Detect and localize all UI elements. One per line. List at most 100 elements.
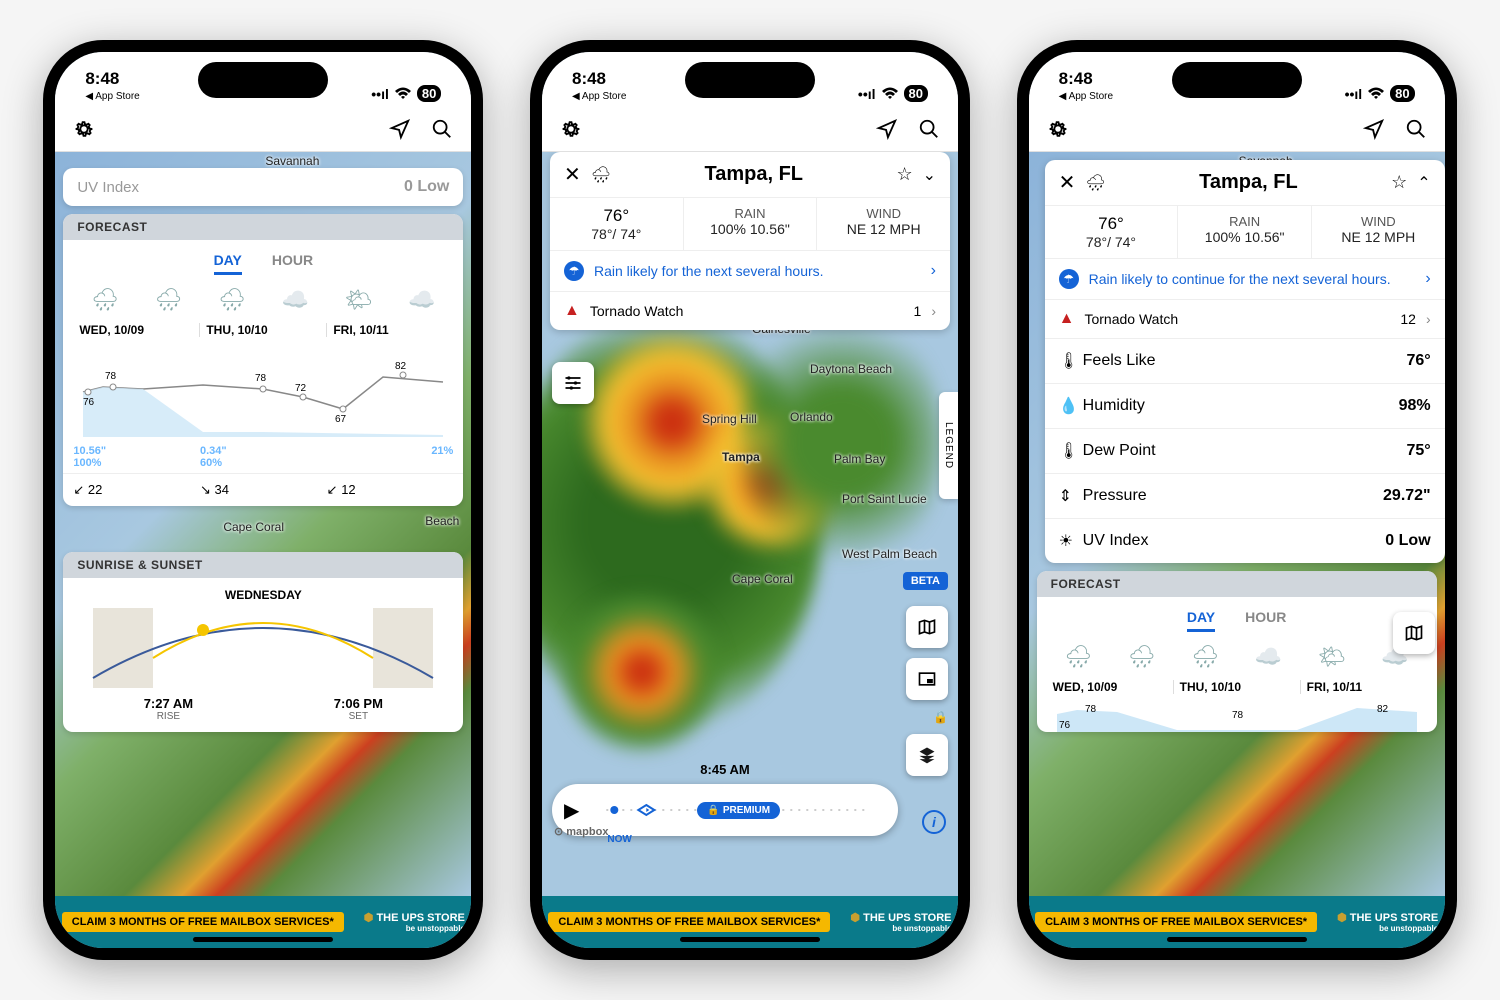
forecast-day: THU, 10/10 <box>200 323 327 337</box>
search-icon[interactable] <box>431 118 453 140</box>
settings-icon[interactable] <box>1047 118 1069 140</box>
layers-button[interactable] <box>906 734 948 776</box>
map-style-button[interactable] <box>1393 612 1435 654</box>
rain-alert-row[interactable]: ☂ Rain likely for the next several hours… <box>550 250 950 291</box>
favorite-icon[interactable]: ☆ <box>1391 172 1407 193</box>
ad-brand: THE UPS STORE <box>376 912 464 924</box>
rain-icon: 🌧 <box>1191 644 1219 670</box>
detail-uv: ☀UV Index0 Low <box>1045 518 1445 563</box>
location-name: Tampa, FL <box>1116 171 1381 194</box>
status-time: 8:48 <box>572 69 606 89</box>
rain-alert-text: Rain likely for the next several hours. <box>594 263 824 279</box>
thermometer-icon: 🌡 <box>1059 351 1083 371</box>
forecast-day: FRI, 10/11 <box>1301 680 1427 694</box>
locate-icon[interactable] <box>876 118 898 140</box>
svg-text:82: 82 <box>395 361 407 372</box>
umbrella-icon: ☂ <box>1059 269 1079 289</box>
map-city-label: Daytona Beach <box>810 362 892 376</box>
map-style-button[interactable] <box>906 606 948 648</box>
battery-indicator: 80 <box>417 85 441 102</box>
forecast-card: FORECAST DAY HOUR 🌧🌧🌧☁️🌤☁️ WED, 10/09 TH… <box>63 214 463 506</box>
battery-indicator: 80 <box>904 85 928 102</box>
wind-arrow-icon: ↙ <box>73 482 84 497</box>
play-icon[interactable]: ▶ <box>564 798 579 823</box>
back-to-appstore[interactable]: ◀ App Store <box>1059 91 1113 102</box>
tab-day[interactable]: DAY <box>1187 609 1215 632</box>
locate-icon[interactable] <box>389 118 411 140</box>
sun-path-chart <box>73 608 453 688</box>
legend-tab[interactable]: LEGEND <box>939 392 958 499</box>
wind-arrow-icon: ↘ <box>200 482 211 497</box>
sunrise-section-label: SUNRISE & SUNSET <box>63 552 463 578</box>
map-city-label: Tampa <box>722 450 760 464</box>
settings-icon[interactable] <box>560 118 582 140</box>
partly-sunny-icon: 🌤 <box>345 287 373 313</box>
back-to-appstore[interactable]: ◀ App Store <box>572 91 626 102</box>
home-indicator[interactable] <box>680 937 820 942</box>
status-time: 8:48 <box>1059 69 1093 89</box>
dewpoint-icon: 🌡 <box>1059 441 1083 461</box>
cloud-icon: ☁️ <box>408 287 435 313</box>
tornado-alert-row[interactable]: ▲ Tornado Watch 1 › <box>550 291 950 330</box>
map-city-label: Spring Hill <box>702 412 757 426</box>
weather-condition-icon: 🌧 <box>591 165 611 185</box>
chevron-down-icon[interactable]: ⌄ <box>923 165 936 185</box>
home-indicator[interactable] <box>1167 937 1307 942</box>
cellular-icon: ••ıl <box>858 86 876 102</box>
forecast-day: WED, 10/09 <box>73 323 200 337</box>
settings-icon[interactable] <box>73 118 95 140</box>
uv-row-label: UV Index <box>77 179 404 196</box>
playback-time: 8:45 AM <box>700 762 749 777</box>
svg-text:72: 72 <box>295 383 307 394</box>
close-icon[interactable]: ✕ <box>1059 170 1076 195</box>
map-city-label: Orlando <box>790 410 833 424</box>
sunrise-day: WEDNESDAY <box>73 588 453 602</box>
now-label: NOW <box>607 834 631 845</box>
map-city-label: Palm Bay <box>834 452 885 466</box>
search-icon[interactable] <box>918 118 940 140</box>
search-icon[interactable] <box>1405 118 1427 140</box>
ad-claim: CLAIM 3 MONTHS OF FREE MAILBOX SERVICES* <box>62 912 344 932</box>
alert-count: 12 <box>1400 311 1416 327</box>
forecast-section-label: FORECAST <box>63 214 463 240</box>
rain-icon: 🌧 <box>1128 644 1156 670</box>
favorite-icon[interactable]: ☆ <box>896 164 912 185</box>
temperature-chart[interactable]: 76 78 78 72 67 82 <box>73 347 453 437</box>
svg-text:78: 78 <box>255 373 267 384</box>
wifi-icon <box>881 87 899 101</box>
detail-humidity: 💧Humidity98% <box>1045 383 1445 428</box>
wifi-icon <box>1367 87 1385 101</box>
chevron-right-icon: › <box>931 303 936 319</box>
weather-condition-icon: 🌧 <box>1085 173 1105 193</box>
beta-badge: BETA <box>903 572 948 590</box>
premium-pill[interactable]: 🔒 PREMIUM <box>697 802 780 819</box>
close-icon[interactable]: ✕ <box>564 162 581 187</box>
locate-icon[interactable] <box>1363 118 1385 140</box>
location-card-expanded: ✕ 🌧 Tampa, FL ☆ ⌃ 76°78°/ 74° RAIN100% 1… <box>1045 160 1445 563</box>
pip-button[interactable] <box>906 658 948 700</box>
rain-alert-row[interactable]: ☂ Rain likely to continue for the next s… <box>1045 258 1445 299</box>
tornado-alert-text: Tornado Watch <box>1084 311 1178 327</box>
sunset-time: 7:06 PM <box>334 696 383 711</box>
precip-row: 10.56"100% 0.34"60% 21% <box>63 441 463 473</box>
chevron-up-icon[interactable]: ⌃ <box>1417 173 1430 193</box>
home-indicator[interactable] <box>193 937 333 942</box>
info-icon[interactable]: i <box>922 810 946 834</box>
night-cloud-icon: ☁️ <box>1255 644 1282 670</box>
tab-hour[interactable]: HOUR <box>272 252 313 275</box>
rain-stat: 100% 10.56" <box>1182 229 1307 245</box>
back-to-appstore[interactable]: ◀ App Store <box>85 91 139 102</box>
tab-day[interactable]: DAY <box>214 252 242 275</box>
hilo-temp: 78°/ 74° <box>1049 234 1174 250</box>
lock-icon[interactable]: 🔒 <box>906 710 948 724</box>
tab-hour[interactable]: HOUR <box>1245 609 1286 632</box>
umbrella-icon: ☂ <box>564 261 584 281</box>
cellular-icon: ••ıl <box>1345 86 1363 102</box>
svg-text:78: 78 <box>1085 704 1097 715</box>
filter-button[interactable] <box>552 362 594 404</box>
app-toolbar <box>55 106 471 152</box>
tornado-alert-row[interactable]: ▲ Tornado Watch 12 › <box>1045 299 1445 338</box>
wind-stat: NE 12 MPH <box>1316 229 1441 245</box>
mapbox-attribution[interactable]: ⊙ mapbox <box>554 825 608 838</box>
rain-icon: 🌧 <box>91 287 119 313</box>
